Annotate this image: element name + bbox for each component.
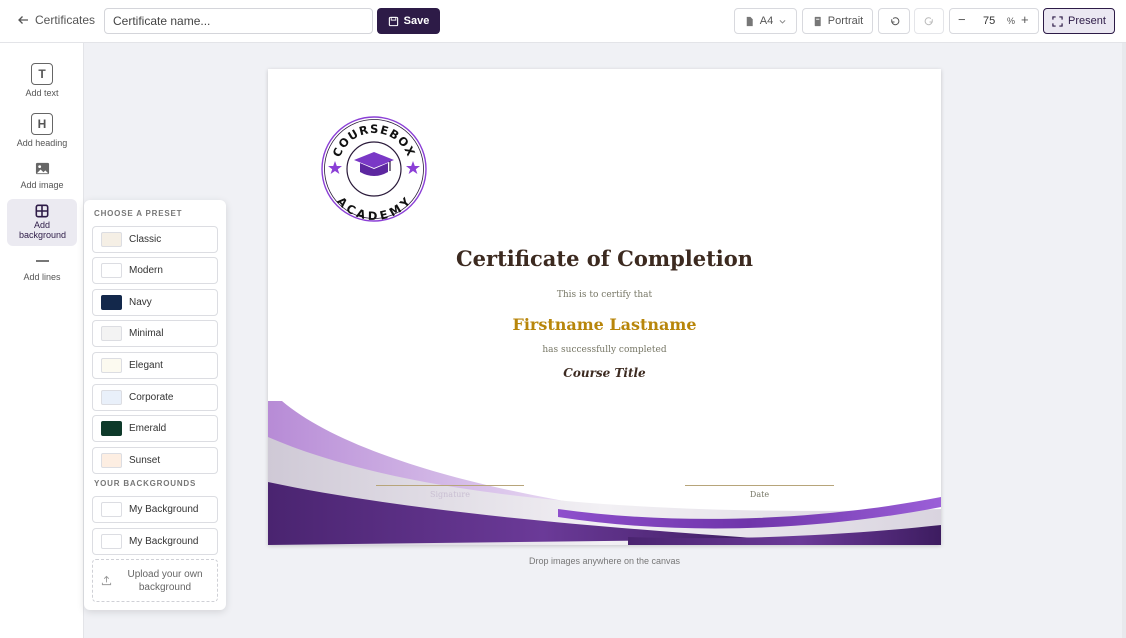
signature-line[interactable]: [376, 485, 524, 486]
image-icon: [35, 162, 49, 175]
certificate-title[interactable]: Certificate of Completion: [268, 246, 941, 271]
preset-navy[interactable]: Navy: [92, 289, 218, 316]
preset-label: Sunset: [129, 455, 161, 466]
course-title[interactable]: Course Title: [268, 366, 941, 380]
undo-button[interactable]: [878, 8, 910, 34]
preset-sunset[interactable]: Sunset: [92, 447, 218, 474]
preset-elegant[interactable]: Elegant: [92, 352, 218, 379]
preset-swatch: [101, 390, 122, 405]
tool-label: Add background: [19, 220, 67, 240]
preset-swatch: [101, 358, 122, 373]
recipient-name[interactable]: Firstname Lastname: [268, 315, 941, 334]
preset-swatch: [101, 421, 122, 436]
heading-icon: H: [31, 113, 53, 135]
date-line[interactable]: [685, 485, 834, 486]
preset-corporate[interactable]: Corporate: [92, 384, 218, 411]
preset-label: Emerald: [129, 423, 167, 434]
upload-background-button[interactable]: Upload your own background: [92, 559, 218, 602]
add-text-tool[interactable]: T Add text: [7, 63, 77, 98]
top-bar: Certificates Save A4 Portrait − 75 % + P…: [0, 0, 1126, 43]
background-thumbnail: [101, 534, 122, 549]
tool-label: Add heading: [16, 138, 68, 148]
orientation-label: Portrait: [827, 15, 864, 27]
signature-label[interactable]: Signature: [376, 490, 524, 499]
preset-label: Classic: [129, 234, 162, 245]
chevron-down-icon: [779, 19, 786, 24]
page-size-select[interactable]: A4: [734, 8, 797, 34]
add-lines-tool[interactable]: Add lines: [7, 258, 77, 282]
redo-button[interactable]: [914, 8, 944, 34]
preset-minimal[interactable]: Minimal: [92, 320, 218, 347]
completed-text[interactable]: has successfully completed: [268, 345, 941, 355]
arrow-left-icon: [18, 16, 28, 24]
my-background-item[interactable]: My Background: [92, 496, 218, 523]
scrollbar-track[interactable]: [1122, 43, 1126, 638]
background-label: My Background: [129, 504, 199, 515]
zoom-out-button[interactable]: −: [958, 12, 966, 27]
canvas-drop-hint: Drop images anywhere on the canvas: [528, 556, 681, 566]
add-heading-tool[interactable]: H Add heading: [7, 113, 77, 148]
preset-emerald[interactable]: Emerald: [92, 415, 218, 442]
page-size-value: A4: [759, 15, 774, 27]
upload-label: Upload your own background: [127, 568, 203, 593]
preset-swatch: [101, 232, 122, 247]
save-icon: [388, 16, 398, 26]
add-background-tool[interactable]: Add background: [7, 199, 77, 246]
certify-text[interactable]: This is to certify that: [268, 290, 941, 300]
date-label[interactable]: Date: [685, 490, 834, 499]
background-label: My Background: [129, 536, 199, 547]
preset-swatch: [101, 295, 122, 310]
zoom-unit: %: [1007, 16, 1016, 26]
tool-label: Add lines: [23, 272, 61, 282]
preset-swatch: [101, 453, 122, 468]
tool-label: Add text: [25, 88, 59, 98]
back-to-certificates-link[interactable]: Certificates: [17, 13, 95, 27]
zoom-value[interactable]: 75: [983, 15, 995, 27]
preset-modern[interactable]: Modern: [92, 257, 218, 284]
present-label: Present: [1068, 15, 1106, 27]
document-icon: [746, 16, 753, 26]
preset-swatch: [101, 263, 122, 278]
tool-label: Add image: [20, 180, 64, 190]
preset-label: Navy: [129, 297, 152, 308]
preset-label: Corporate: [129, 392, 174, 403]
portrait-icon: [814, 16, 821, 26]
undo-icon: [890, 16, 899, 25]
presets-heading: CHOOSE A PRESET: [94, 209, 183, 218]
fullscreen-icon: [1052, 15, 1063, 27]
zoom-control: − 75 % +: [949, 8, 1039, 34]
preset-label: Elegant: [129, 360, 163, 371]
save-label: Save: [403, 15, 430, 27]
preset-label: Minimal: [129, 328, 164, 339]
tool-rail: T Add text H Add heading Add image Add b…: [0, 43, 84, 638]
upload-icon: [101, 575, 112, 586]
preset-label: Modern: [129, 265, 163, 276]
background-preset-panel: CHOOSE A PRESET Classic Modern Navy Mini…: [84, 200, 226, 610]
redo-icon: [924, 16, 933, 25]
certificate-name-input[interactable]: [104, 8, 373, 34]
coursebox-academy-logo: COURSEBOX ACADEMY: [321, 116, 427, 223]
orientation-button[interactable]: Portrait: [802, 8, 873, 34]
text-icon: T: [31, 63, 53, 85]
preset-swatch: [101, 326, 122, 341]
add-image-tool[interactable]: Add image: [7, 161, 77, 190]
certificate-canvas[interactable]: COURSEBOX ACADEMY Certificate of Complet…: [268, 69, 941, 545]
present-button[interactable]: Present: [1043, 8, 1115, 34]
line-icon: [35, 260, 49, 262]
my-background-item[interactable]: My Background: [92, 528, 218, 555]
preset-classic[interactable]: Classic: [92, 226, 218, 253]
your-backgrounds-heading: YOUR BACKGROUNDS: [94, 479, 197, 488]
save-button[interactable]: Save: [377, 8, 440, 34]
background-thumbnail: [101, 502, 122, 517]
back-label: Certificates: [35, 13, 96, 27]
zoom-in-button[interactable]: +: [1021, 12, 1029, 27]
grid-icon: [35, 204, 49, 218]
